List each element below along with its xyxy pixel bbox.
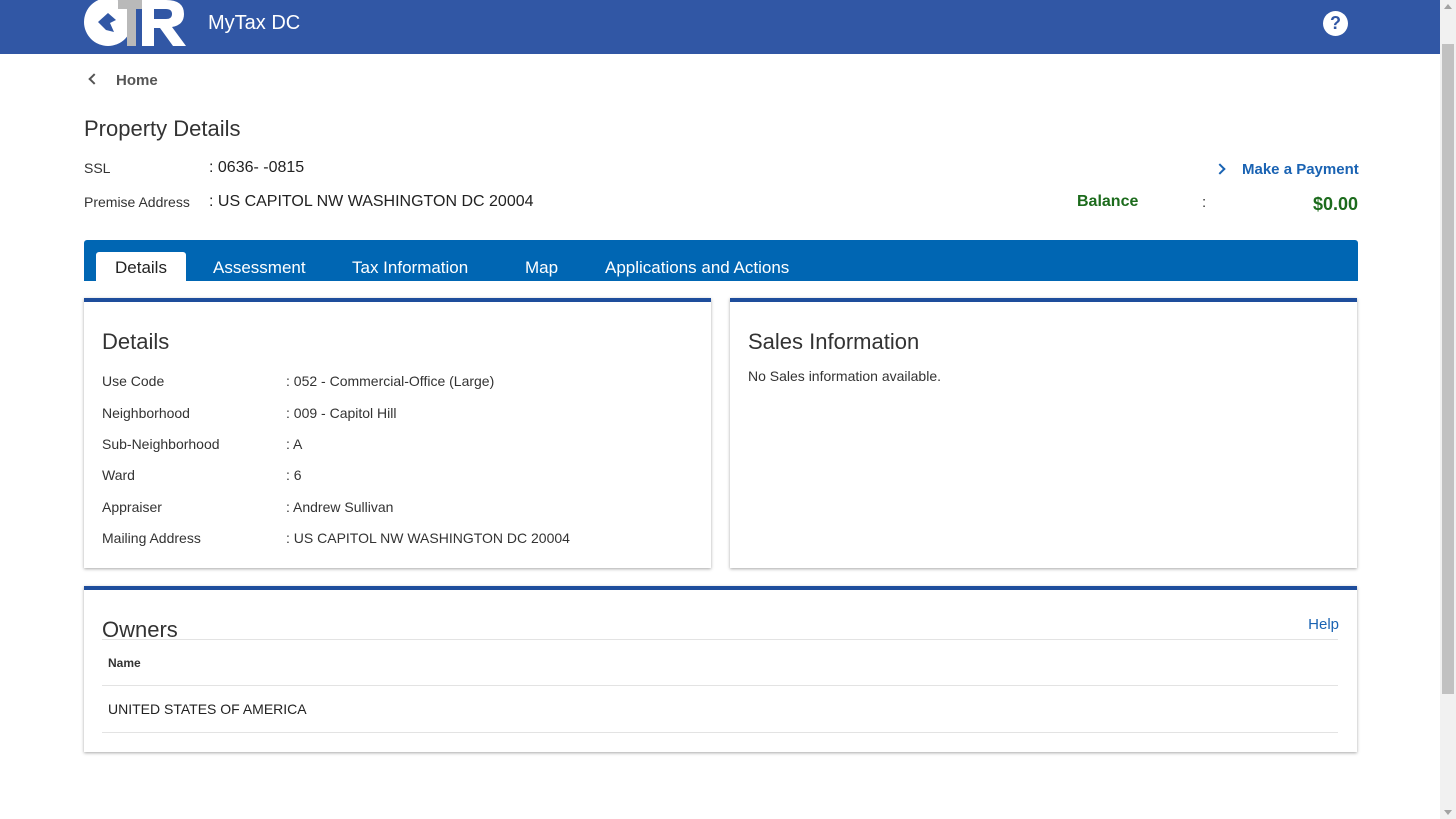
- ssl-value: : 0636- -0815: [209, 159, 305, 176]
- page-title: Property Details: [84, 116, 241, 141]
- scroll-down-arrow-icon[interactable]: [1444, 810, 1452, 815]
- neighborhood-value: : 009 - Capitol Hill: [286, 405, 397, 421]
- tab-applications-and-actions[interactable]: Applications and Actions: [605, 252, 789, 281]
- owners-table: Name UNITED STATES OF AMERICA: [102, 639, 1338, 733]
- mailing-address-value: : US CAPITOL NW WASHINGTON DC 20004: [286, 530, 570, 546]
- mailing-address-label: Mailing Address: [102, 530, 201, 546]
- tab-bar: Details Assessment Tax Information Map A…: [84, 240, 1358, 281]
- otr-logo-icon[interactable]: [84, 0, 188, 48]
- owners-help-link[interactable]: Help: [1308, 616, 1339, 633]
- tab-map[interactable]: Map: [525, 252, 558, 281]
- tab-tax-information[interactable]: Tax Information: [352, 252, 468, 281]
- sales-title: Sales Information: [748, 329, 920, 354]
- tab-details[interactable]: Details: [96, 252, 186, 281]
- ward-value: : 6: [286, 467, 302, 483]
- neighborhood-label: Neighborhood: [102, 405, 190, 421]
- app-header: MyTax DC ?: [0, 0, 1440, 54]
- details-card: Details Use Code : 052 - Commercial-Offi…: [84, 298, 711, 568]
- ward-label: Ward: [102, 467, 135, 483]
- tab-assessment[interactable]: Assessment: [213, 252, 306, 281]
- sales-card: Sales Information No Sales information a…: [730, 298, 1357, 568]
- app-title: MyTax DC: [208, 12, 301, 34]
- premise-address-value: : US CAPITOL NW WASHINGTON DC 20004: [209, 193, 534, 210]
- use-code-label: Use Code: [102, 373, 165, 389]
- use-code-value: : 052 - Commercial-Office (Large): [286, 373, 495, 389]
- owners-header-name[interactable]: Name: [102, 639, 1338, 686]
- scroll-thumb[interactable]: [1442, 44, 1454, 694]
- sales-message: No Sales information available.: [748, 368, 941, 384]
- appraiser-value: : Andrew Sullivan: [286, 499, 394, 515]
- chevron-left-icon: [88, 73, 100, 85]
- make-payment-link[interactable]: Make a Payment: [1214, 158, 1359, 180]
- balance-separator: :: [1202, 194, 1207, 211]
- owners-card: Owners Help Name UNITED STATES OF AMERIC…: [84, 586, 1357, 752]
- ssl-label: SSL: [84, 160, 111, 176]
- table-row: UNITED STATES OF AMERICA: [102, 686, 1338, 733]
- balance-label: Balance: [1077, 193, 1139, 210]
- make-payment-label: Make a Payment: [1242, 160, 1359, 178]
- page-scrollbar[interactable]: [1440, 0, 1456, 819]
- breadcrumb-label: Home: [116, 71, 158, 89]
- scroll-up-arrow-icon[interactable]: [1444, 4, 1452, 9]
- balance-value: $0.00: [1312, 194, 1358, 214]
- sub-neighborhood-label: Sub-Neighborhood: [102, 436, 220, 452]
- premise-address-label: Premise Address: [84, 194, 190, 210]
- appraiser-label: Appraiser: [102, 499, 162, 515]
- sub-neighborhood-value: : A: [286, 436, 303, 452]
- breadcrumb-home[interactable]: Home: [88, 70, 158, 90]
- chevron-right-icon: [1214, 163, 1226, 175]
- help-icon[interactable]: ?: [1323, 11, 1348, 36]
- details-title: Details: [102, 329, 170, 354]
